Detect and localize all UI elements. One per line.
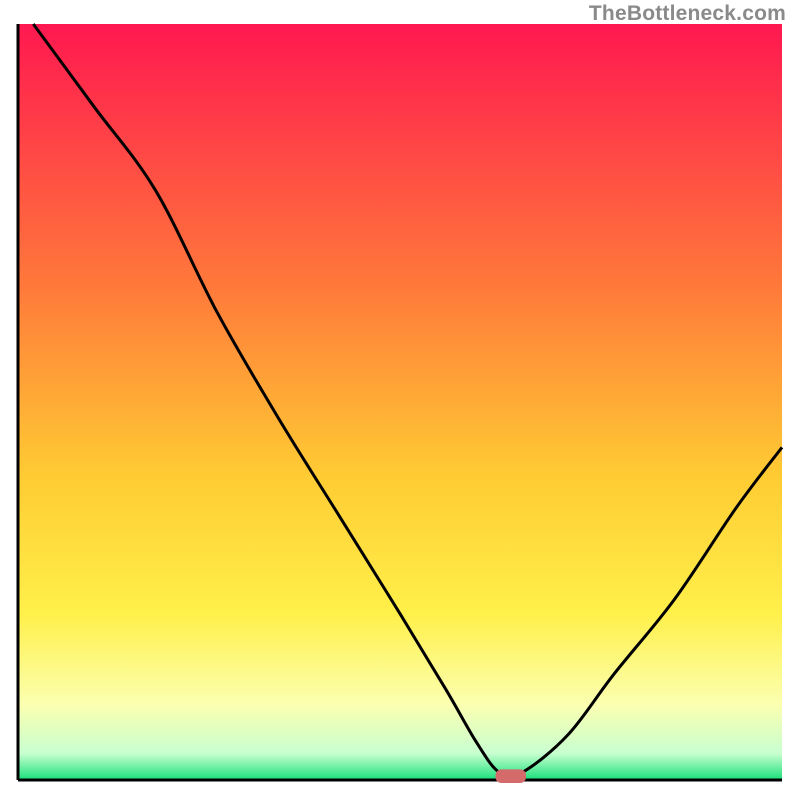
chart-container: TheBottleneck.com <box>0 0 800 800</box>
bottleneck-chart <box>0 0 800 800</box>
plot-background <box>18 24 782 780</box>
optimal-marker <box>496 769 527 783</box>
attribution-label: TheBottleneck.com <box>589 2 786 26</box>
